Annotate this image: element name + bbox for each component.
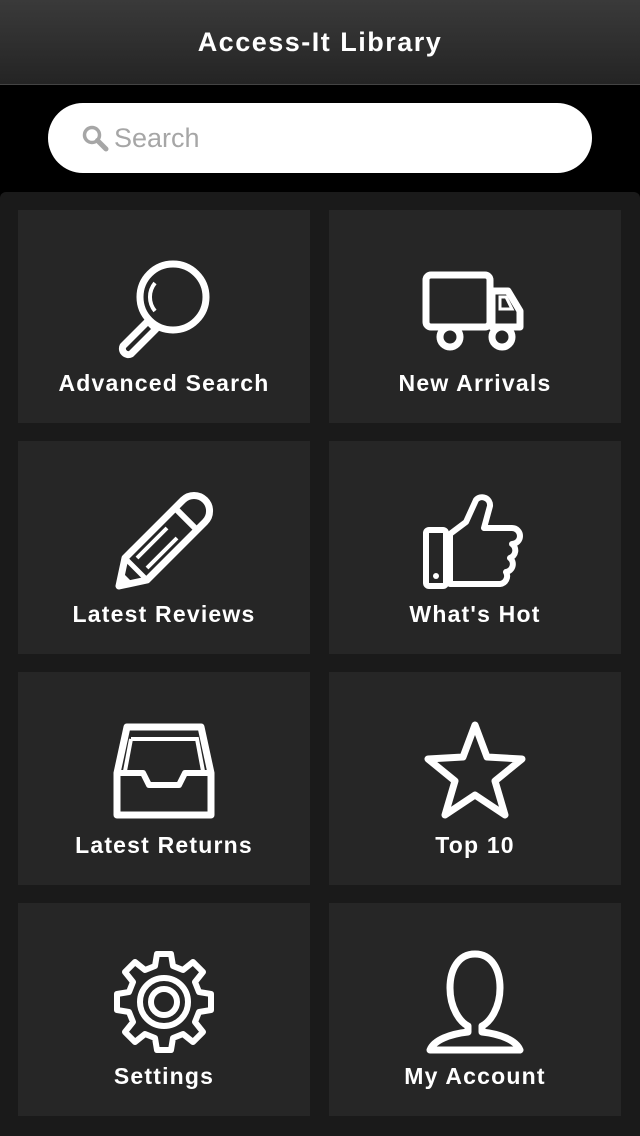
latest-reviews-tile[interactable]: Latest Reviews xyxy=(18,441,310,654)
page-title: Access-It Library xyxy=(197,26,443,57)
tile-label: What's Hot xyxy=(409,601,541,627)
search-icon xyxy=(80,123,110,153)
tile-label: Settings xyxy=(113,1063,215,1089)
tile-label: Latest Returns xyxy=(75,832,253,858)
star-icon xyxy=(420,717,530,827)
tile-label: Top 10 xyxy=(435,832,515,858)
new-arrivals-tile[interactable]: New Arrivals xyxy=(329,210,621,423)
tile-label: My Account xyxy=(404,1063,546,1089)
header-bar: Access-It Library xyxy=(0,0,640,85)
advanced-search-tile[interactable]: Advanced Search xyxy=(18,210,310,423)
tile-label: Advanced Search xyxy=(58,370,270,396)
tile-label: New Arrivals xyxy=(398,370,552,396)
top-10-tile[interactable]: Top 10 xyxy=(329,672,621,885)
gear-icon xyxy=(109,948,219,1058)
app-screen: Access-It Library Advanced Search xyxy=(0,0,640,1136)
pencil-icon xyxy=(109,486,219,596)
tile-label: Latest Reviews xyxy=(72,601,256,627)
menu-grid: Advanced Search New Arrivals Latest Revi… xyxy=(0,192,640,1136)
search-input[interactable] xyxy=(114,122,554,154)
inbox-tray-icon xyxy=(109,717,219,827)
truck-icon xyxy=(420,255,530,365)
magnifier-icon xyxy=(109,255,219,365)
latest-returns-tile[interactable]: Latest Returns xyxy=(18,672,310,885)
user-icon xyxy=(420,948,530,1058)
search-bar[interactable] xyxy=(48,103,592,173)
whats-hot-tile[interactable]: What's Hot xyxy=(329,441,621,654)
settings-tile[interactable]: Settings xyxy=(18,903,310,1116)
thumbs-up-icon xyxy=(420,486,530,596)
my-account-tile[interactable]: My Account xyxy=(329,903,621,1116)
